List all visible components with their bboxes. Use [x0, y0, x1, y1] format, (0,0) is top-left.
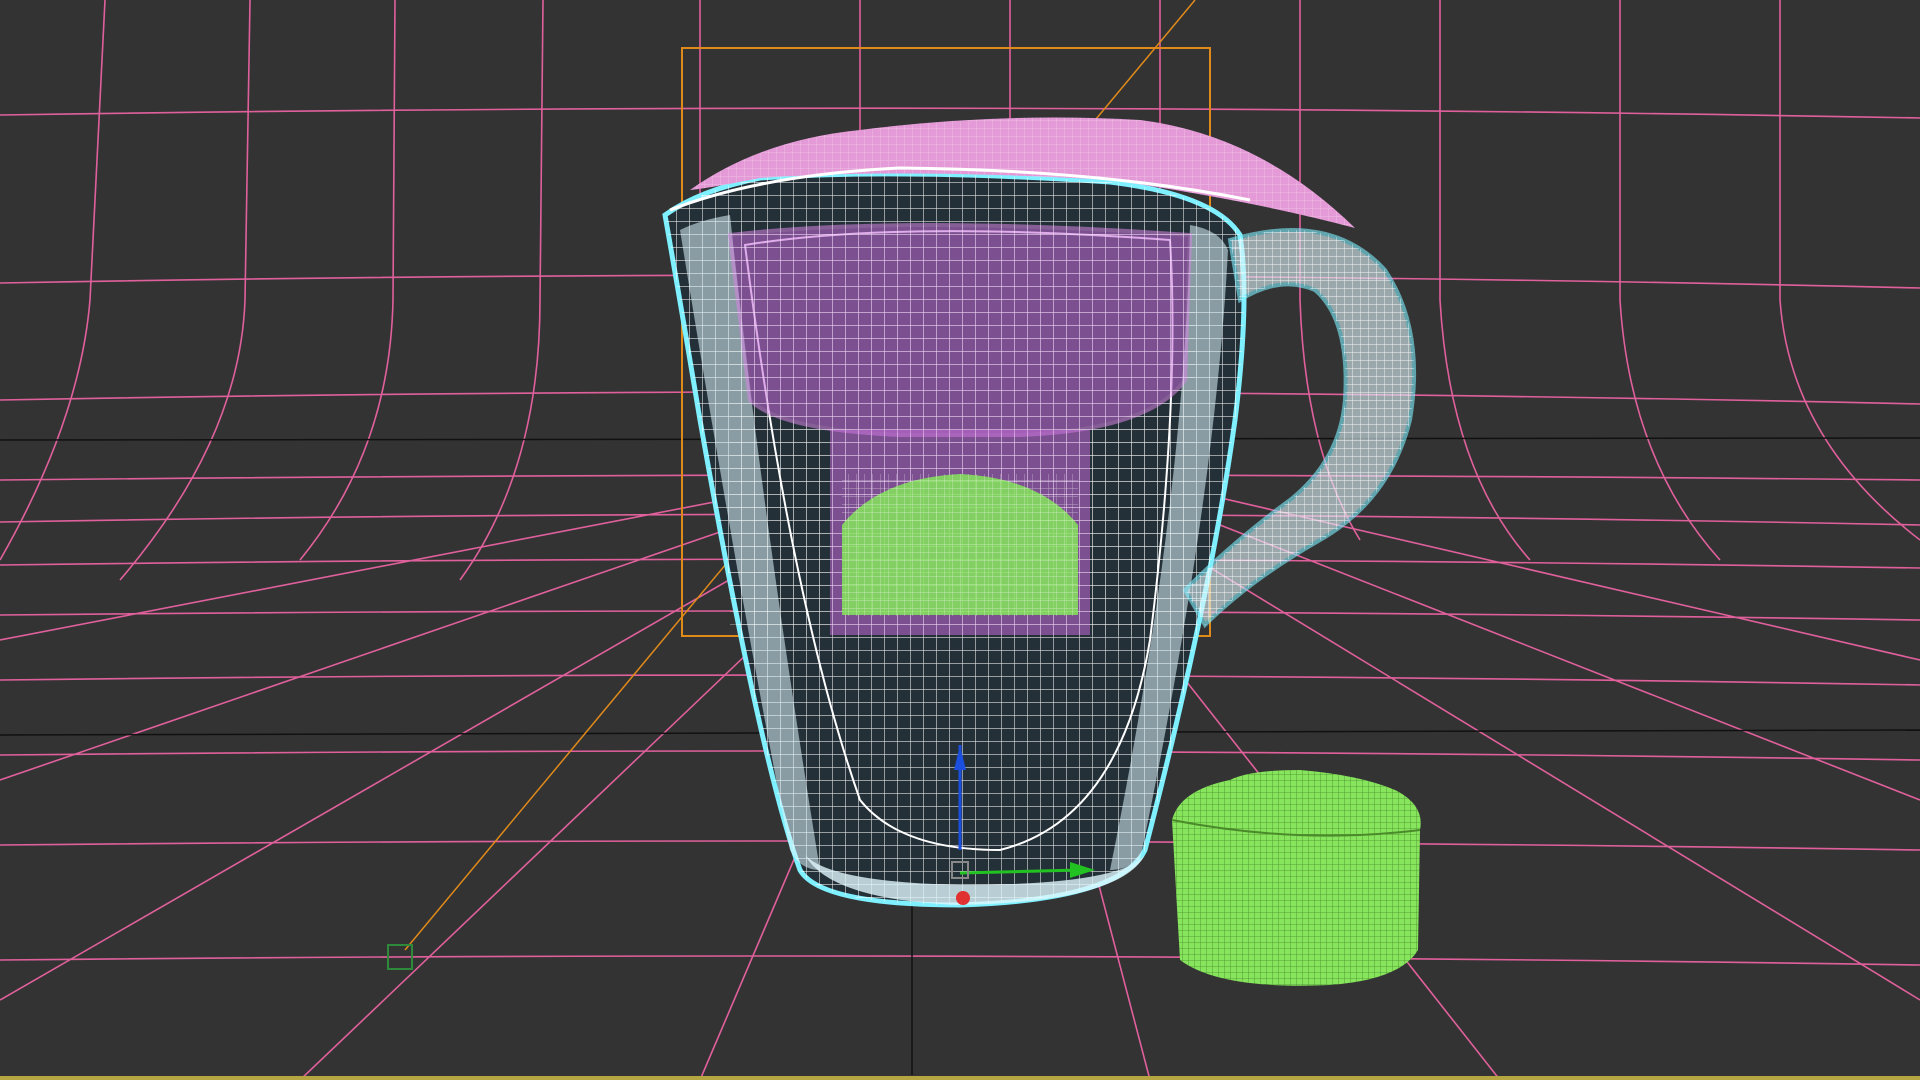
- pivot-point: [956, 891, 970, 905]
- filter-cartridge: [1171, 770, 1421, 986]
- 3d-viewport[interactable]: [0, 0, 1920, 1080]
- viewport-scene[interactable]: [0, 0, 1920, 1080]
- viewport-bottom-border: [0, 1076, 1920, 1080]
